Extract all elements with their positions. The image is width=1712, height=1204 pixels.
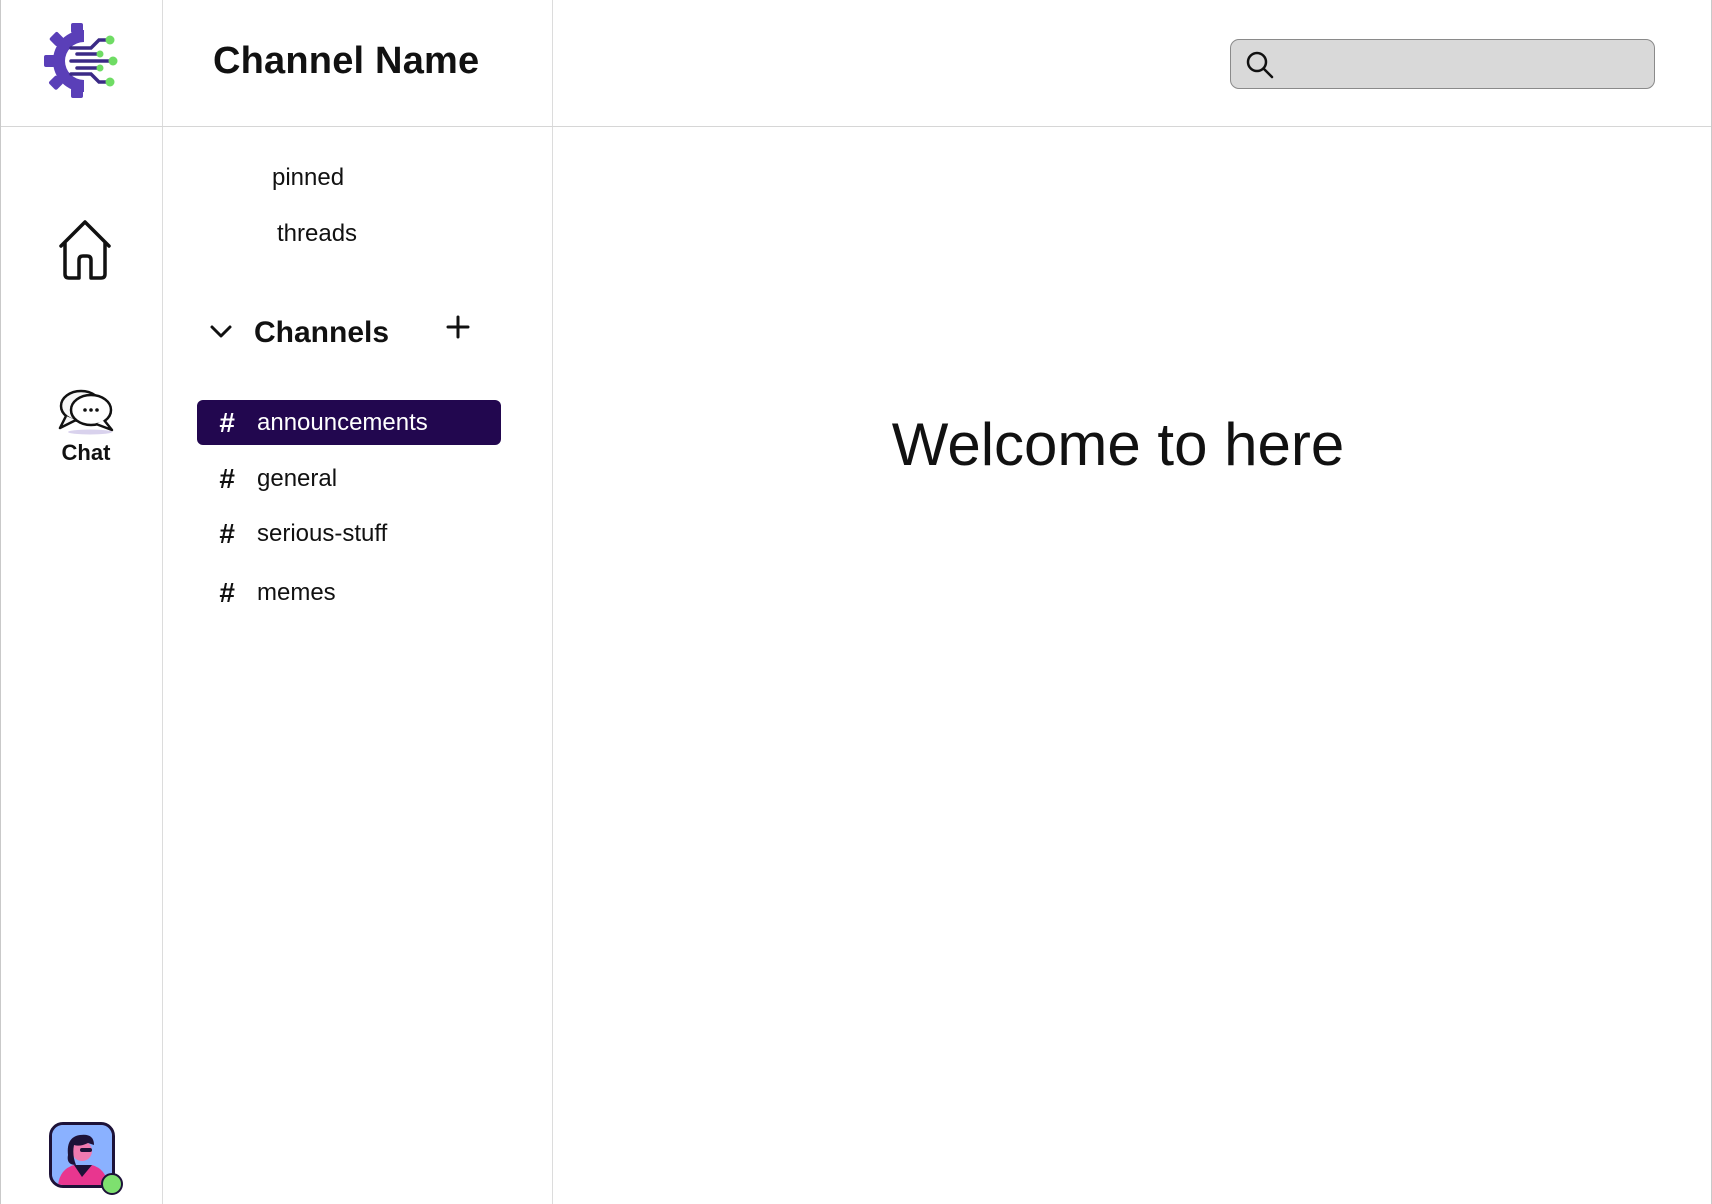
channel-item-announcements[interactable]: # announcements bbox=[197, 400, 501, 445]
channels-section-label[interactable]: Channels bbox=[254, 316, 389, 350]
channel-item-memes[interactable]: # memes bbox=[197, 570, 501, 615]
channel-name: serious-stuff bbox=[257, 519, 388, 547]
chat-bubbles-icon bbox=[47, 384, 125, 436]
hash-icon: # bbox=[219, 517, 235, 549]
app-window: Chat Channel Name pinned threads Channel… bbox=[0, 0, 1712, 1204]
sidebar-divider bbox=[552, 0, 553, 1204]
search-icon bbox=[1245, 50, 1275, 80]
rail-divider bbox=[162, 0, 163, 1204]
hash-icon: # bbox=[219, 576, 235, 608]
header-divider bbox=[1, 126, 1711, 127]
channel-name: memes bbox=[257, 578, 336, 606]
channel-item-serious-stuff[interactable]: # serious-stuff bbox=[197, 511, 501, 556]
search-bar[interactable] bbox=[1230, 39, 1655, 89]
hash-icon: # bbox=[219, 406, 235, 438]
home-icon bbox=[51, 220, 119, 286]
sidebar-item-threads[interactable]: threads bbox=[277, 220, 357, 248]
home-button[interactable] bbox=[51, 216, 119, 282]
search-input[interactable] bbox=[1285, 48, 1644, 82]
chevron-down-icon[interactable] bbox=[207, 322, 235, 342]
channels-section-header: Channels bbox=[207, 312, 497, 352]
channel-item-general[interactable]: # general bbox=[197, 456, 501, 501]
chat-label: Chat bbox=[61, 440, 111, 465]
chat-button[interactable]: Chat bbox=[47, 384, 125, 484]
app-logo-icon[interactable] bbox=[43, 20, 125, 102]
welcome-message: Welcome to here bbox=[891, 411, 1345, 478]
sidebar-item-pinned[interactable]: pinned bbox=[272, 164, 344, 192]
hash-icon: # bbox=[219, 462, 235, 494]
channel-title: Channel Name bbox=[213, 40, 480, 82]
channel-name: announcements bbox=[257, 408, 428, 436]
online-status-indicator bbox=[101, 1173, 123, 1195]
plus-icon bbox=[443, 315, 473, 346]
add-channel-button[interactable] bbox=[443, 312, 473, 342]
channel-name: general bbox=[257, 464, 338, 492]
